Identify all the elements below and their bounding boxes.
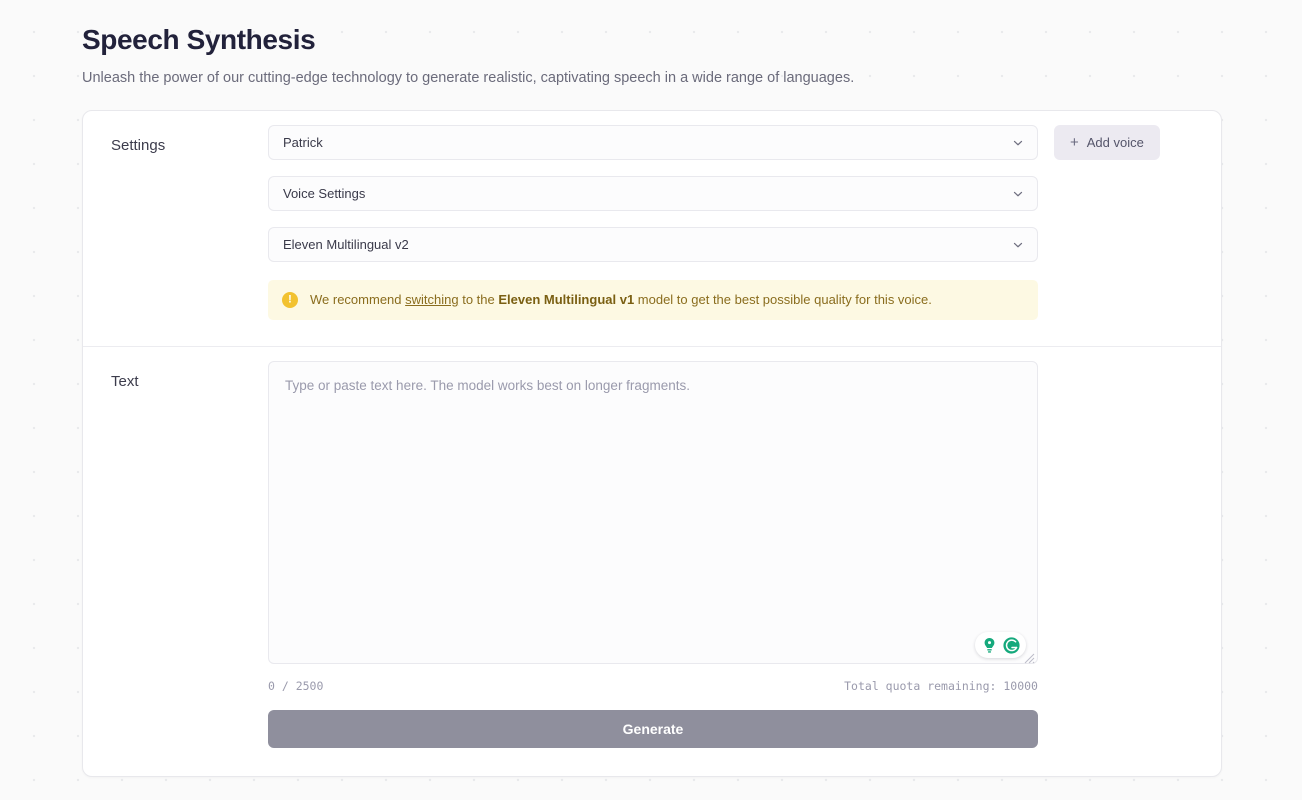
settings-section-label: Settings [111, 137, 166, 154]
character-counter: 0 / 2500 [268, 679, 324, 693]
settings-section-body: Patrick + Add voice Voice Settings Eleve… [268, 125, 1221, 320]
plus-icon: + [1070, 134, 1079, 151]
lightbulb-icon[interactable] [980, 636, 999, 655]
warning-prefix: We recommend [310, 292, 406, 307]
chevron-down-icon [1013, 140, 1023, 145]
voice-selection-row: Patrick + Add voice [268, 125, 1193, 160]
voice-select-value: Patrick [283, 135, 323, 150]
voice-settings-select-value: Voice Settings [283, 186, 366, 201]
switching-link[interactable]: switching [405, 292, 458, 307]
model-select-value: Eleven Multilingual v2 [283, 237, 409, 252]
speech-synthesis-card: Settings Patrick + Add voice Voice Setti… [82, 110, 1222, 777]
add-voice-button[interactable]: + Add voice [1054, 125, 1160, 160]
quota-remaining: Total quota remaining: 10000 [844, 679, 1038, 693]
page-subtitle: Unleash the power of our cutting-edge te… [82, 70, 855, 86]
voice-select[interactable]: Patrick [268, 125, 1038, 160]
warning-circle-icon [282, 292, 298, 308]
warning-suffix: model to get the best possible quality f… [634, 292, 932, 307]
grammarly-widget[interactable] [975, 632, 1026, 658]
page-header: Speech Synthesis Unleash the power of ou… [82, 22, 1082, 88]
warning-text: We recommend switching to the Eleven Mul… [310, 291, 932, 309]
chevron-down-icon [1013, 191, 1023, 196]
page-title: Speech Synthesis [82, 24, 316, 55]
voice-settings-select[interactable]: Voice Settings [268, 176, 1038, 211]
textarea-wrapper [268, 361, 1038, 669]
add-voice-button-label: Add voice [1086, 135, 1144, 150]
warning-middle: to the [458, 292, 499, 307]
warning-model-name: Eleven Multilingual v1 [498, 292, 635, 307]
model-recommendation-banner: We recommend switching to the Eleven Mul… [268, 280, 1038, 320]
text-section-body: 0 / 2500 Total quota remaining: 10000 Ge… [268, 361, 1221, 748]
counters-row: 0 / 2500 Total quota remaining: 10000 [268, 679, 1038, 693]
grammarly-logo-icon[interactable] [1002, 636, 1021, 655]
generate-button[interactable]: Generate [268, 710, 1038, 748]
model-select[interactable]: Eleven Multilingual v2 [268, 227, 1038, 262]
speech-text-input[interactable] [268, 361, 1038, 664]
chevron-down-icon [1013, 242, 1023, 247]
text-section: Text Type or paste text here. The model … [83, 347, 1221, 748]
settings-section: Settings Patrick + Add voice Voice Setti… [83, 111, 1221, 347]
text-section-label: Text [111, 373, 139, 390]
